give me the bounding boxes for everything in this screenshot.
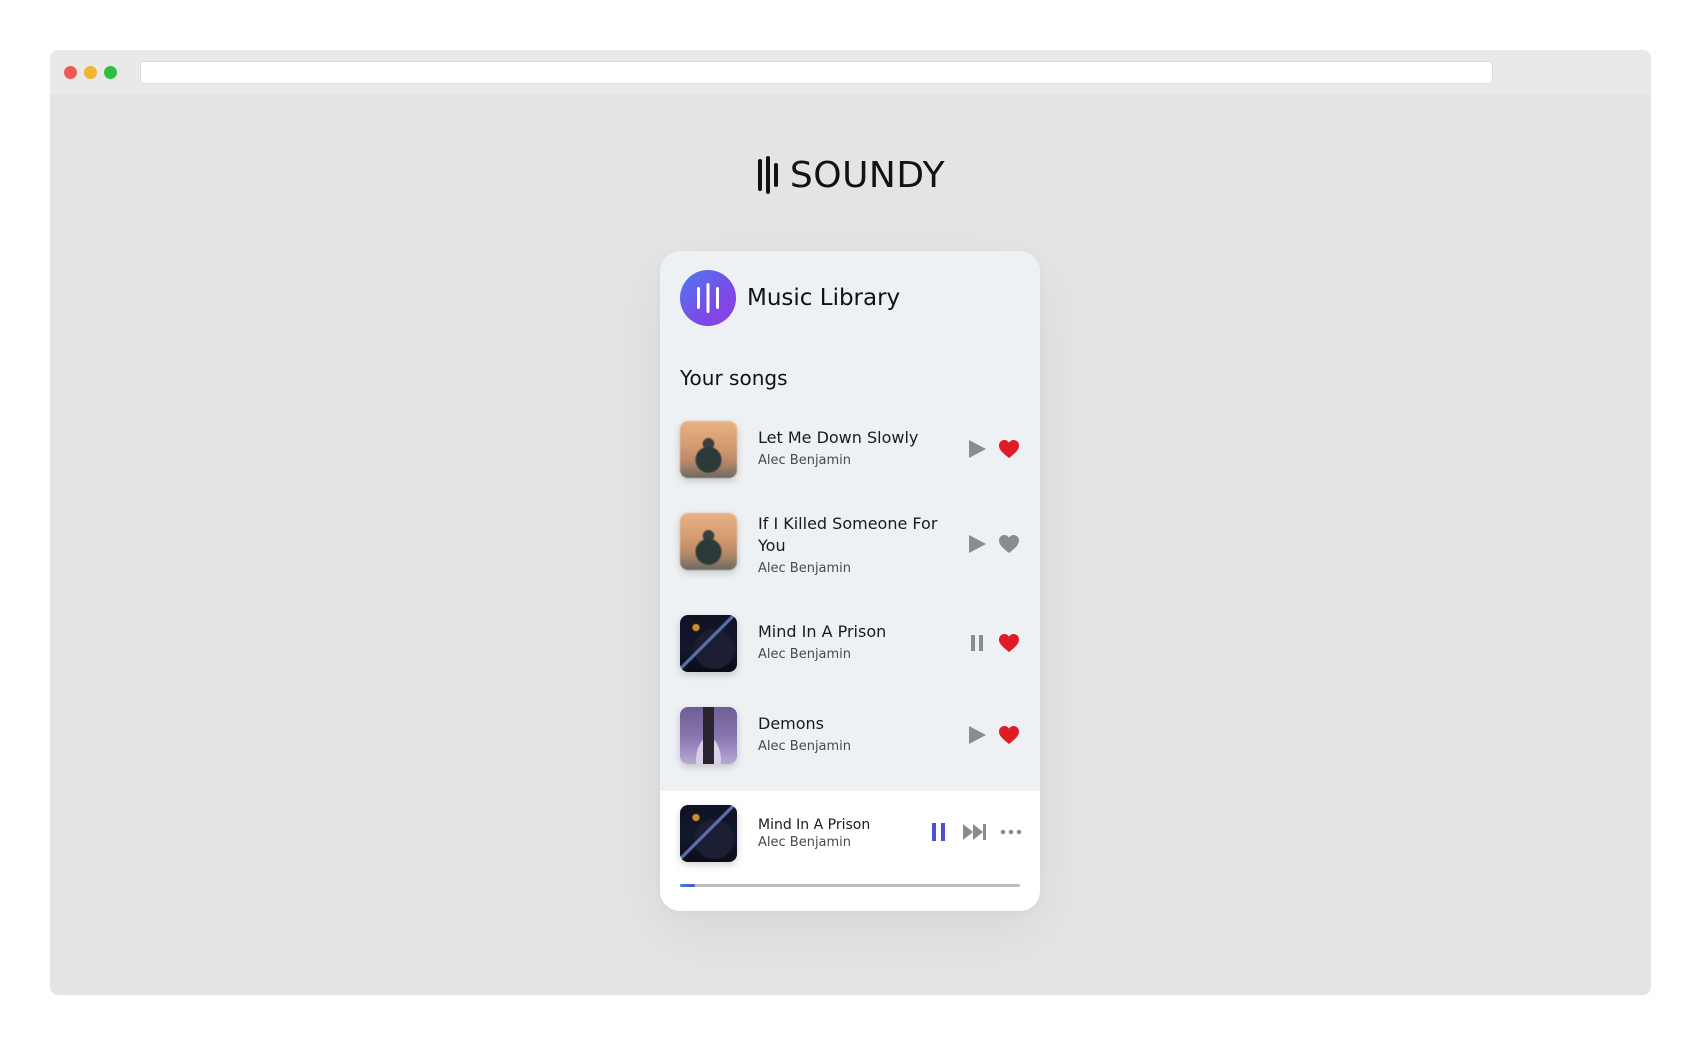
minimize-window-button[interactable] — [84, 66, 97, 79]
pause-icon — [932, 823, 945, 841]
song-row[interactable]: Let Me Down Slowly Alec Benjamin — [680, 421, 1020, 478]
like-button[interactable] — [998, 724, 1020, 746]
brand-name: SOUNDY — [789, 154, 946, 196]
brand-header: SOUNDY — [50, 150, 1651, 200]
now-playing-bar: Mind In A Prison Alec Benjamin — [660, 791, 1040, 911]
now-playing-text: Mind In A Prison Alec Benjamin — [758, 817, 870, 850]
more-options-button[interactable] — [1000, 821, 1022, 843]
sound-bars-icon — [697, 283, 719, 313]
play-button[interactable] — [966, 438, 988, 460]
song-row[interactable]: If I Killed Someone For You Alec Benjami… — [680, 513, 1020, 576]
player-controls — [928, 821, 1022, 843]
address-bar[interactable] — [140, 61, 1493, 84]
song-controls — [966, 438, 1020, 460]
song-artist: Alec Benjamin — [758, 739, 852, 754]
song-row[interactable]: Mind In A Prison Alec Benjamin — [680, 615, 1020, 672]
now-playing-artist: Alec Benjamin — [758, 835, 852, 850]
browser-window: SOUNDY Music Library Your songs Let Me D… — [50, 50, 1651, 995]
song-text: Let Me Down Slowly Alec Benjamin — [758, 427, 943, 468]
album-cover — [680, 513, 737, 570]
play-icon — [969, 535, 986, 553]
now-playing-cover — [680, 805, 737, 862]
album-cover — [680, 615, 737, 672]
music-library-card: Music Library Your songs Let Me Down Slo… — [660, 251, 1040, 911]
play-icon — [969, 440, 986, 458]
song-row[interactable]: Demons Alec Benjamin — [680, 707, 1020, 764]
maximize-window-button[interactable] — [104, 66, 117, 79]
song-controls — [966, 533, 1020, 555]
song-artist: Alec Benjamin — [758, 453, 852, 468]
card-header: Music Library — [680, 270, 900, 326]
like-button[interactable] — [998, 438, 1020, 460]
pause-button[interactable] — [928, 821, 950, 843]
like-button[interactable] — [998, 632, 1020, 654]
heart-icon — [999, 726, 1019, 744]
play-icon — [969, 726, 986, 744]
like-button[interactable] — [998, 533, 1020, 555]
now-playing-title: Mind In A Prison — [758, 817, 871, 833]
album-cover — [680, 421, 737, 478]
heart-icon — [999, 535, 1019, 553]
next-track-button[interactable] — [962, 821, 988, 843]
heart-icon — [999, 440, 1019, 458]
song-artist: Alec Benjamin — [758, 561, 852, 576]
song-text: Demons Alec Benjamin — [758, 713, 943, 754]
song-title: If I Killed Someone For You — [758, 514, 938, 555]
more-horizontal-icon — [1000, 829, 1022, 835]
play-button[interactable] — [966, 533, 988, 555]
play-button[interactable] — [966, 724, 988, 746]
heart-icon — [999, 634, 1019, 652]
song-text: If I Killed Someone For You Alec Benjami… — [758, 513, 943, 576]
pause-icon — [971, 635, 983, 651]
app-badge — [680, 270, 736, 326]
song-title: Mind In A Prison — [758, 622, 887, 641]
song-title: Let Me Down Slowly — [758, 428, 919, 447]
progress-fill — [680, 884, 696, 887]
close-window-button[interactable] — [64, 66, 77, 79]
song-controls — [966, 632, 1020, 654]
sound-bars-icon — [757, 156, 778, 194]
section-title: Your songs — [680, 366, 788, 390]
progress-bar[interactable] — [680, 884, 1020, 887]
album-cover — [680, 707, 737, 764]
song-controls — [966, 724, 1020, 746]
song-artist: Alec Benjamin — [758, 647, 852, 662]
card-title: Music Library — [747, 285, 901, 311]
song-text: Mind In A Prison Alec Benjamin — [758, 621, 943, 662]
browser-toolbar — [50, 50, 1651, 94]
pause-button[interactable] — [966, 632, 988, 654]
song-title: Demons — [758, 714, 825, 733]
skip-next-icon — [963, 824, 986, 840]
